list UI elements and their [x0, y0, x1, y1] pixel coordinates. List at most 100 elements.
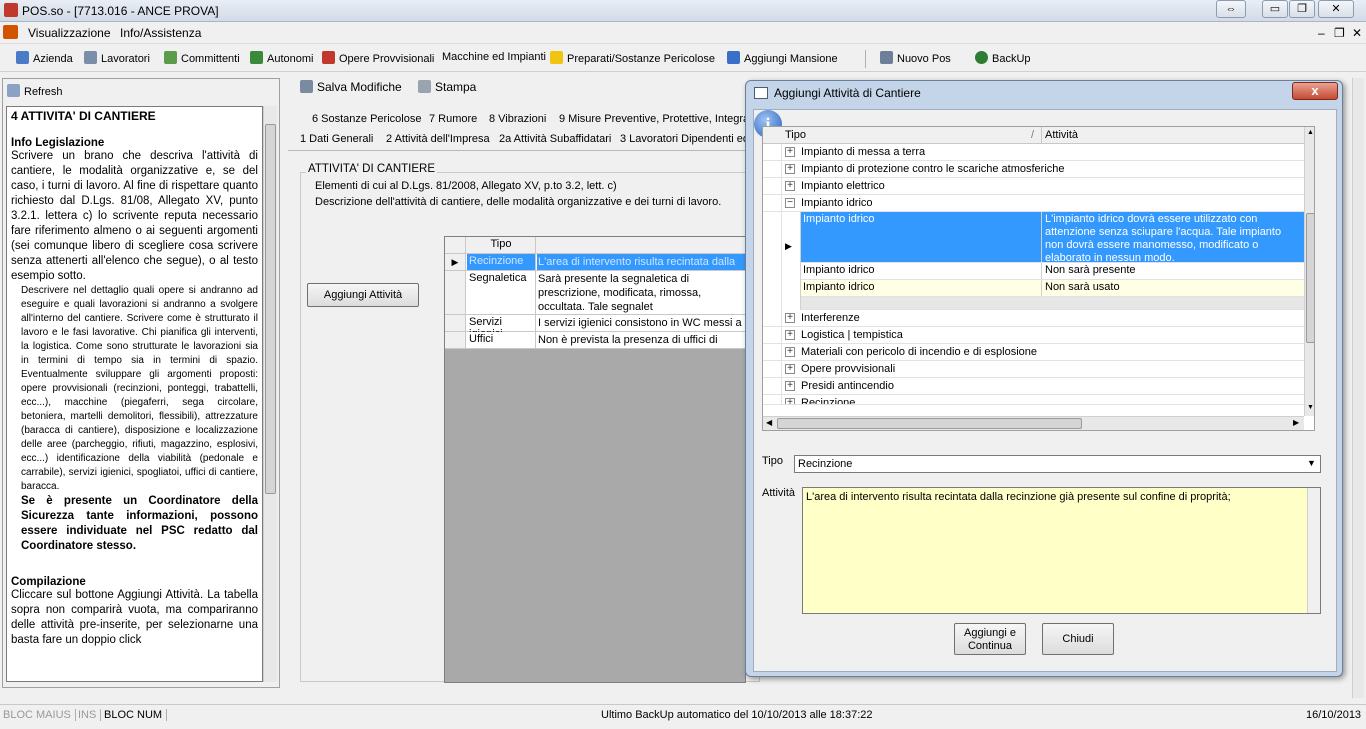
expand-icon[interactable]: + [785, 313, 795, 323]
expand-icon[interactable]: + [785, 147, 795, 157]
grid-header-tipo[interactable]: Tipo [467, 237, 536, 253]
tree-row[interactable]: + Materiali con pericolo di incendio e di… [763, 344, 1304, 361]
menu-info-assistenza[interactable]: Info/Assistenza [120, 26, 201, 40]
table-row[interactable]: ▶ Recinzione L'area di intervento risult… [445, 254, 747, 271]
toolbar: Azienda Lavoratori Committenti Autonomi … [0, 46, 1366, 72]
header-divider [1041, 127, 1042, 144]
scroll-right-icon[interactable]: ▶ [1293, 418, 1299, 427]
attivita-textarea[interactable]: L'area di intervento risulta recintata d… [802, 487, 1321, 614]
tree-scroll-thumb[interactable] [1306, 213, 1314, 343]
help-text-box[interactable]: 4 ATTIVITA' DI CANTIERE Info Legislazion… [6, 106, 263, 682]
expand-icon[interactable]: + [785, 164, 795, 174]
scroll-up-icon[interactable]: ▲ [1307, 129, 1314, 136]
print-button[interactable]: Stampa [418, 80, 476, 94]
toolbar-opere-provvisionali[interactable]: Opere Provvisionali [322, 51, 434, 65]
tree-horizontal-scrollbar[interactable]: ◀ ▶ [763, 416, 1304, 430]
tree-row[interactable]: + Logistica | tempistica [763, 327, 1304, 344]
refresh-button[interactable]: Refresh [7, 84, 63, 98]
dialog-title: Aggiungi Attività di Cantiere [774, 86, 921, 100]
menu-bar: Visualizzazione Info/Assistenza – ❐ ✕ [0, 22, 1366, 44]
backup-icon [975, 51, 988, 64]
row-selector [445, 271, 466, 314]
toolbar-preparati[interactable]: Preparati/Sostanze Pericolose [550, 51, 715, 65]
warning-icon [550, 51, 563, 64]
tree-header-tipo[interactable]: Tipo [785, 129, 806, 141]
expand-icon[interactable]: + [785, 398, 795, 404]
table-row[interactable]: Servizi igienici I servizi igienici cons… [445, 315, 747, 340]
tab-vibrazioni[interactable]: 8 Vibrazioni [489, 113, 546, 125]
toolbar-lavoratori[interactable]: Lavoratori [84, 51, 150, 65]
legislation-reference: Elementi di cui al D.Lgs. 81/2008, Alleg… [315, 180, 617, 192]
expand-icon[interactable]: + [785, 330, 795, 340]
add-activity-button[interactable]: Aggiungi Attività [307, 283, 419, 307]
table-row[interactable]: Uffici Non è prevista la presenza di uff… [445, 332, 747, 349]
subtable-row[interactable]: Impianto idrico L'impianto idrico dovrà … [801, 212, 1304, 264]
toolbar-nuovo-pos[interactable]: Nuovo Pos [880, 51, 951, 65]
toolbar-macchine[interactable]: Macchine ed Impianti [442, 51, 546, 63]
expand-icon[interactable]: + [785, 364, 795, 374]
row-pointer-icon: ▶ [785, 241, 792, 251]
save-changes-button[interactable]: Salva Modifiche [300, 80, 402, 94]
tree-row[interactable]: − Impianto idrico [763, 195, 1304, 212]
tree-row[interactable]: + Recinzione [763, 395, 1304, 405]
tipo-combobox[interactable]: Recinzione ▼ [794, 455, 1321, 473]
mdi-close-button[interactable]: ✕ [1352, 26, 1362, 40]
toolbar-aggiungi-mansione[interactable]: Aggiungi Mansione [727, 51, 838, 65]
tree-row-label: Impianto di protezione contro le scarich… [801, 163, 1065, 175]
tree-row[interactable]: + Impianto di protezione contro le scaric… [763, 161, 1304, 178]
main-vertical-scrollbar[interactable] [1352, 78, 1364, 698]
mdi-minimize-button[interactable]: – [1318, 26, 1325, 40]
subtable-row[interactable]: Impianto idrico Non sarà usato [801, 280, 1304, 297]
expand-icon[interactable]: + [785, 381, 795, 391]
tree-row[interactable]: + Interferenze [763, 310, 1304, 327]
tree-header-attivita[interactable]: Attività [1045, 129, 1078, 141]
tree-row[interactable]: + Opere provvisionali [763, 361, 1304, 378]
subtable-row[interactable]: Impianto idrico Non sarà presente [801, 263, 1304, 280]
tree-row[interactable]: + Presidi antincendio [763, 378, 1304, 395]
table-row[interactable]: Segnaletica Sarà presente la segnaletica… [445, 271, 747, 315]
menu-visualizzazione[interactable]: Visualizzazione [28, 26, 111, 40]
activity-grid[interactable]: Tipo ▶ Recinzione L'area di intervento r… [444, 236, 747, 683]
toolbar-backup[interactable]: BackUp [975, 51, 1031, 65]
maximize-button[interactable]: ❐ [1289, 0, 1315, 18]
dialog-close-button[interactable]: x [1292, 82, 1338, 100]
toolbar-azienda[interactable]: Azienda [16, 51, 73, 65]
tree-hscroll-thumb[interactable] [777, 418, 1082, 429]
tab-rumore[interactable]: 7 Rumore [429, 113, 477, 125]
nav-arrows-icon[interactable]: ⇔ [1216, 0, 1246, 18]
mdi-restore-button[interactable]: ❐ [1334, 26, 1345, 40]
expand-icon[interactable]: + [785, 347, 795, 357]
toolbar-committenti[interactable]: Committenti [164, 51, 240, 65]
scroll-down-icon[interactable]: ▼ [1307, 404, 1314, 411]
row-indent [763, 144, 782, 161]
tab-dati-generali[interactable]: 1 Dati Generali [300, 133, 373, 145]
add-and-continue-button[interactable]: Aggiungi e Continua [954, 623, 1026, 655]
tab-attivita-subaffidatari[interactable]: 2a Attività Subaffidatari [499, 133, 611, 145]
tab-sostanze-pericolose[interactable]: 6 Sostanze Pericolose [312, 113, 421, 125]
subtable-attivita: L'impianto idrico dovrà essere utilizzat… [1045, 213, 1282, 264]
subtable-new-row[interactable] [801, 297, 1304, 310]
tab-lavoratori-dipendenti[interactable]: 3 Lavoratori Dipendenti ed [620, 133, 749, 145]
scroll-left-icon[interactable]: ◀ [766, 418, 772, 427]
close-window-button[interactable]: ✕ [1318, 0, 1354, 18]
help-scroll-thumb[interactable] [265, 124, 276, 494]
description-text: Descrizione dell'attività di cantiere, d… [315, 196, 722, 208]
refresh-icon [7, 84, 20, 97]
activity-tree[interactable]: Tipo / Attività + Impianto di messa a ter… [762, 126, 1315, 431]
tab-attivita-impresa[interactable]: 2 Attività dell'Impresa [386, 133, 490, 145]
textarea-scrollbar[interactable] [1307, 488, 1320, 613]
help-scrollbar[interactable] [263, 106, 277, 682]
toolbar-autonomi[interactable]: Autonomi [250, 51, 313, 65]
new-document-icon [880, 51, 893, 64]
collapse-icon[interactable]: − [785, 198, 795, 208]
tree-row[interactable]: + Impianto elettrico [763, 178, 1304, 195]
tree-vertical-scrollbar[interactable]: ▲ ▼ [1304, 127, 1314, 416]
row-attivita: Sarà presente la segnaletica di prescriz… [538, 273, 702, 313]
tab-misure-preventive[interactable]: 9 Misure Preventive, Protettive, Integra… [559, 113, 752, 125]
expand-icon[interactable]: + [785, 181, 795, 191]
tree-row-label: Recinzione [801, 397, 856, 405]
chevron-down-icon[interactable]: ▼ [1307, 458, 1316, 468]
minimize-button[interactable]: ▭ [1262, 0, 1288, 18]
close-dialog-button[interactable]: Chiudi [1042, 623, 1114, 655]
tree-row[interactable]: + Impianto di messa a terra [763, 144, 1304, 161]
